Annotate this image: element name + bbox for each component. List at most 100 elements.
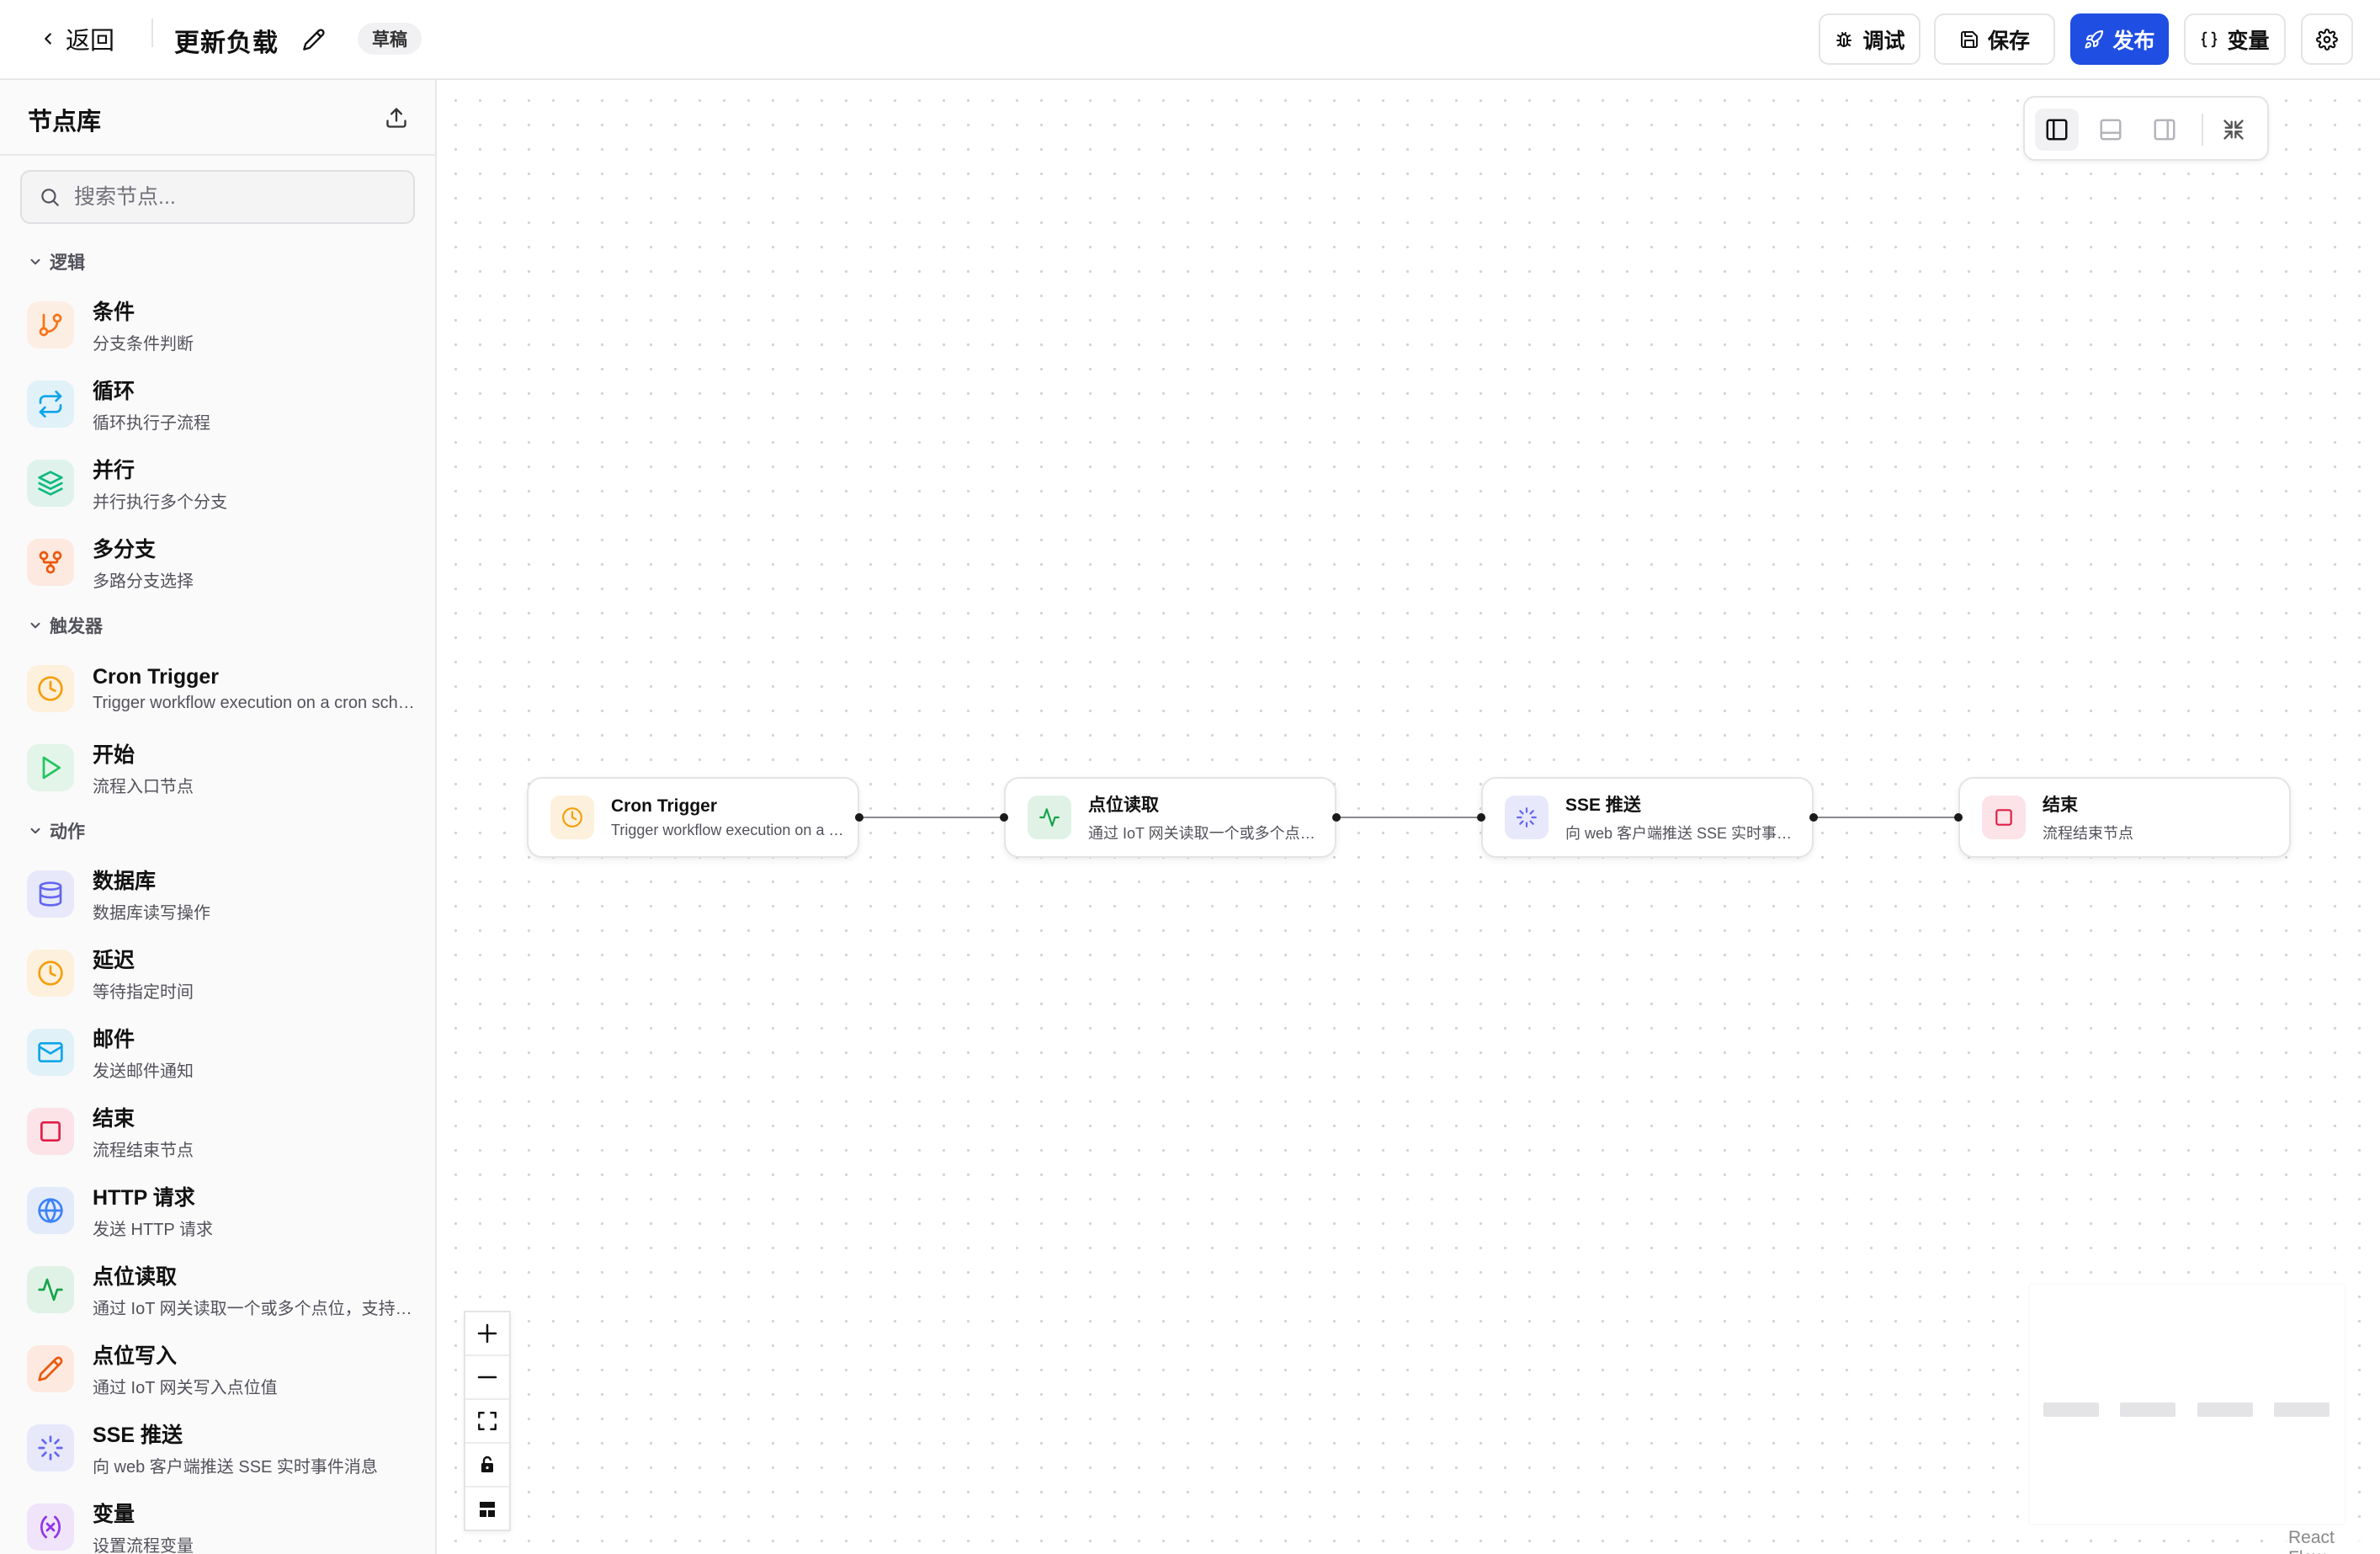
- node-library-item[interactable]: 变量 设置流程变量: [0, 1487, 435, 1554]
- node-item-description: 通过 IoT 网关写入点位值: [93, 1379, 278, 1397]
- debug-button[interactable]: 调试: [1819, 13, 1920, 65]
- node-item-description: 通过 IoT 网关读取一个或多个点位，支持批量读取: [93, 1300, 417, 1318]
- workflow-node[interactable]: 点位读取通过 IoT 网关读取一个或多个点位，支持批量读取: [1004, 777, 1336, 858]
- workflow-node[interactable]: 结束 流程结束节点: [1958, 777, 2291, 858]
- node-title: SSE 推送: [1565, 796, 1641, 815]
- toggle-bottom-panel-button[interactable]: [2089, 109, 2133, 151]
- zoom-in-button[interactable]: [465, 1312, 509, 1356]
- node-library-item[interactable]: SSE 推送向 web 客户端推送 SSE 实时事件消息: [0, 1408, 435, 1487]
- section-header[interactable]: 触发器: [0, 602, 435, 649]
- node-item-name: Cron Trigger: [93, 664, 220, 689]
- section-label: 触发器: [50, 617, 103, 636]
- minimize-icon: [2222, 118, 2245, 141]
- source-handle[interactable]: [855, 813, 863, 822]
- node-library-item[interactable]: 条件 分支条件判断: [0, 285, 435, 365]
- toggle-left-panel-button[interactable]: [2035, 109, 2079, 151]
- node-library-item[interactable]: 结束 流程结束节点: [0, 1092, 435, 1171]
- plus-icon: [475, 1321, 500, 1346]
- node-search-field[interactable]: [20, 170, 415, 224]
- clock-icon: [550, 796, 594, 839]
- node-item-description: 流程结束节点: [93, 1142, 194, 1160]
- node-library-item[interactable]: 循环 循环执行子流程: [0, 365, 435, 444]
- loader-icon: [27, 1424, 74, 1472]
- globe-icon: [27, 1187, 74, 1234]
- node-library-item[interactable]: 并行 并行执行多个分支: [0, 444, 435, 523]
- react-flow-attribution[interactable]: React Flow: [2283, 1526, 2380, 1554]
- panel-right-icon: [2152, 117, 2177, 142]
- clock-icon: [27, 665, 74, 712]
- rocket-icon: [2084, 29, 2104, 50]
- variables-label: 变量: [2227, 29, 2270, 53]
- node-item-name: 循环: [93, 380, 135, 403]
- save-button[interactable]: 保存: [1934, 13, 2055, 65]
- chevron-down-icon: [28, 618, 43, 633]
- target-handle[interactable]: [1000, 813, 1008, 822]
- toggle-right-panel-button[interactable]: [2143, 109, 2186, 151]
- source-handle[interactable]: [1809, 813, 1818, 822]
- workflow-canvas[interactable]: Cron Trigger Trigger workflow execution o…: [438, 82, 2380, 1554]
- node-item-description: Trigger workflow execution on a cron sch…: [93, 693, 417, 712]
- repeat-icon: [27, 381, 74, 428]
- top-bar: 返回 更新负载 草稿 调试 保存 发布 变量: [0, 0, 2380, 80]
- fit-view-button[interactable]: [465, 1400, 509, 1444]
- database-icon: [27, 870, 74, 918]
- node-item-description: 等待指定时间: [93, 983, 194, 1002]
- search-input[interactable]: [74, 184, 394, 210]
- node-item-name: HTTP 请求: [93, 1186, 195, 1210]
- source-handle[interactable]: [1332, 813, 1341, 822]
- node-item-description: 发送 HTTP 请求: [93, 1221, 213, 1239]
- publish-button[interactable]: 发布: [2070, 13, 2169, 65]
- collapse-button[interactable]: [2212, 109, 2255, 151]
- node-library-item[interactable]: 点位读取通过 IoT 网关读取一个或多个点位，支持批量读取: [0, 1250, 435, 1329]
- node-item-name: 点位读取: [93, 1265, 178, 1289]
- minimap-node: [2043, 1402, 2099, 1417]
- node-item-description: 循环执行子流程: [93, 414, 210, 433]
- divider: [2202, 114, 2203, 146]
- layout-toolbar: [2023, 96, 2269, 161]
- upload-button[interactable]: [380, 102, 412, 134]
- node-description: Trigger workflow execution on a cron sch…: [611, 821, 851, 838]
- node-library-item[interactable]: HTTP 请求发送 HTTP 请求: [0, 1171, 435, 1250]
- clock-icon: [27, 950, 74, 997]
- back-button[interactable]: 返回: [39, 20, 114, 57]
- section-label: 逻辑: [50, 253, 85, 273]
- node-item-name: 多分支: [93, 538, 157, 561]
- bug-icon: [1834, 29, 1854, 50]
- git-branch-icon: [27, 301, 74, 349]
- node-library-item[interactable]: 邮件 发送邮件通知: [0, 1013, 435, 1092]
- layers-icon: [27, 460, 74, 507]
- fit-view-icon: [476, 1410, 498, 1432]
- target-handle[interactable]: [1477, 813, 1485, 822]
- node-item-name: 结束: [93, 1107, 135, 1131]
- node-library-item[interactable]: 点位写入通过 IoT 网关写入点位值: [0, 1329, 435, 1408]
- node-item-description: 多路分支选择: [93, 572, 194, 591]
- node-item-name: SSE 推送: [93, 1424, 183, 1447]
- chevron-down-icon: [28, 823, 43, 838]
- minimap-node: [2197, 1402, 2253, 1417]
- workflow-node[interactable]: Cron Trigger Trigger workflow execution o…: [527, 777, 859, 858]
- target-handle[interactable]: [1954, 813, 1963, 822]
- auto-layout-button[interactable]: [465, 1487, 509, 1531]
- section-header[interactable]: 逻辑: [0, 238, 435, 285]
- node-item-name: 变量: [93, 1503, 135, 1526]
- node-library-item[interactable]: Cron Trigger Trigger workflow execution o…: [0, 649, 435, 728]
- node-library-item[interactable]: 开始 流程入口节点: [0, 728, 435, 807]
- node-library-title: 节点库: [28, 109, 102, 136]
- node-library-item[interactable]: 多分支 多路分支选择: [0, 523, 435, 602]
- node-item-description: 设置流程变量: [93, 1537, 194, 1554]
- lock-toggle-button[interactable]: [465, 1444, 509, 1487]
- node-item-name: 点位写入: [93, 1344, 178, 1368]
- node-library-item[interactable]: 延迟 等待指定时间: [0, 934, 435, 1013]
- zoom-out-button[interactable]: [465, 1356, 509, 1400]
- workflow-node[interactable]: SSE 推送向 web 客户端推送 SSE 实时事件消息: [1481, 777, 1814, 858]
- node-item-description: 数据库读写操作: [93, 904, 210, 923]
- settings-button[interactable]: [2301, 13, 2353, 65]
- section-header[interactable]: 动作: [0, 807, 435, 854]
- panel-left-icon: [2044, 117, 2069, 142]
- edit-title-button[interactable]: [298, 24, 330, 56]
- variables-button[interactable]: 变量: [2184, 13, 2286, 65]
- node-library-item[interactable]: 数据库 数据库读写操作: [0, 854, 435, 934]
- minimap[interactable]: [2030, 1285, 2345, 1524]
- chevron-down-icon: [28, 254, 43, 269]
- publish-label: 发布: [2112, 29, 2155, 53]
